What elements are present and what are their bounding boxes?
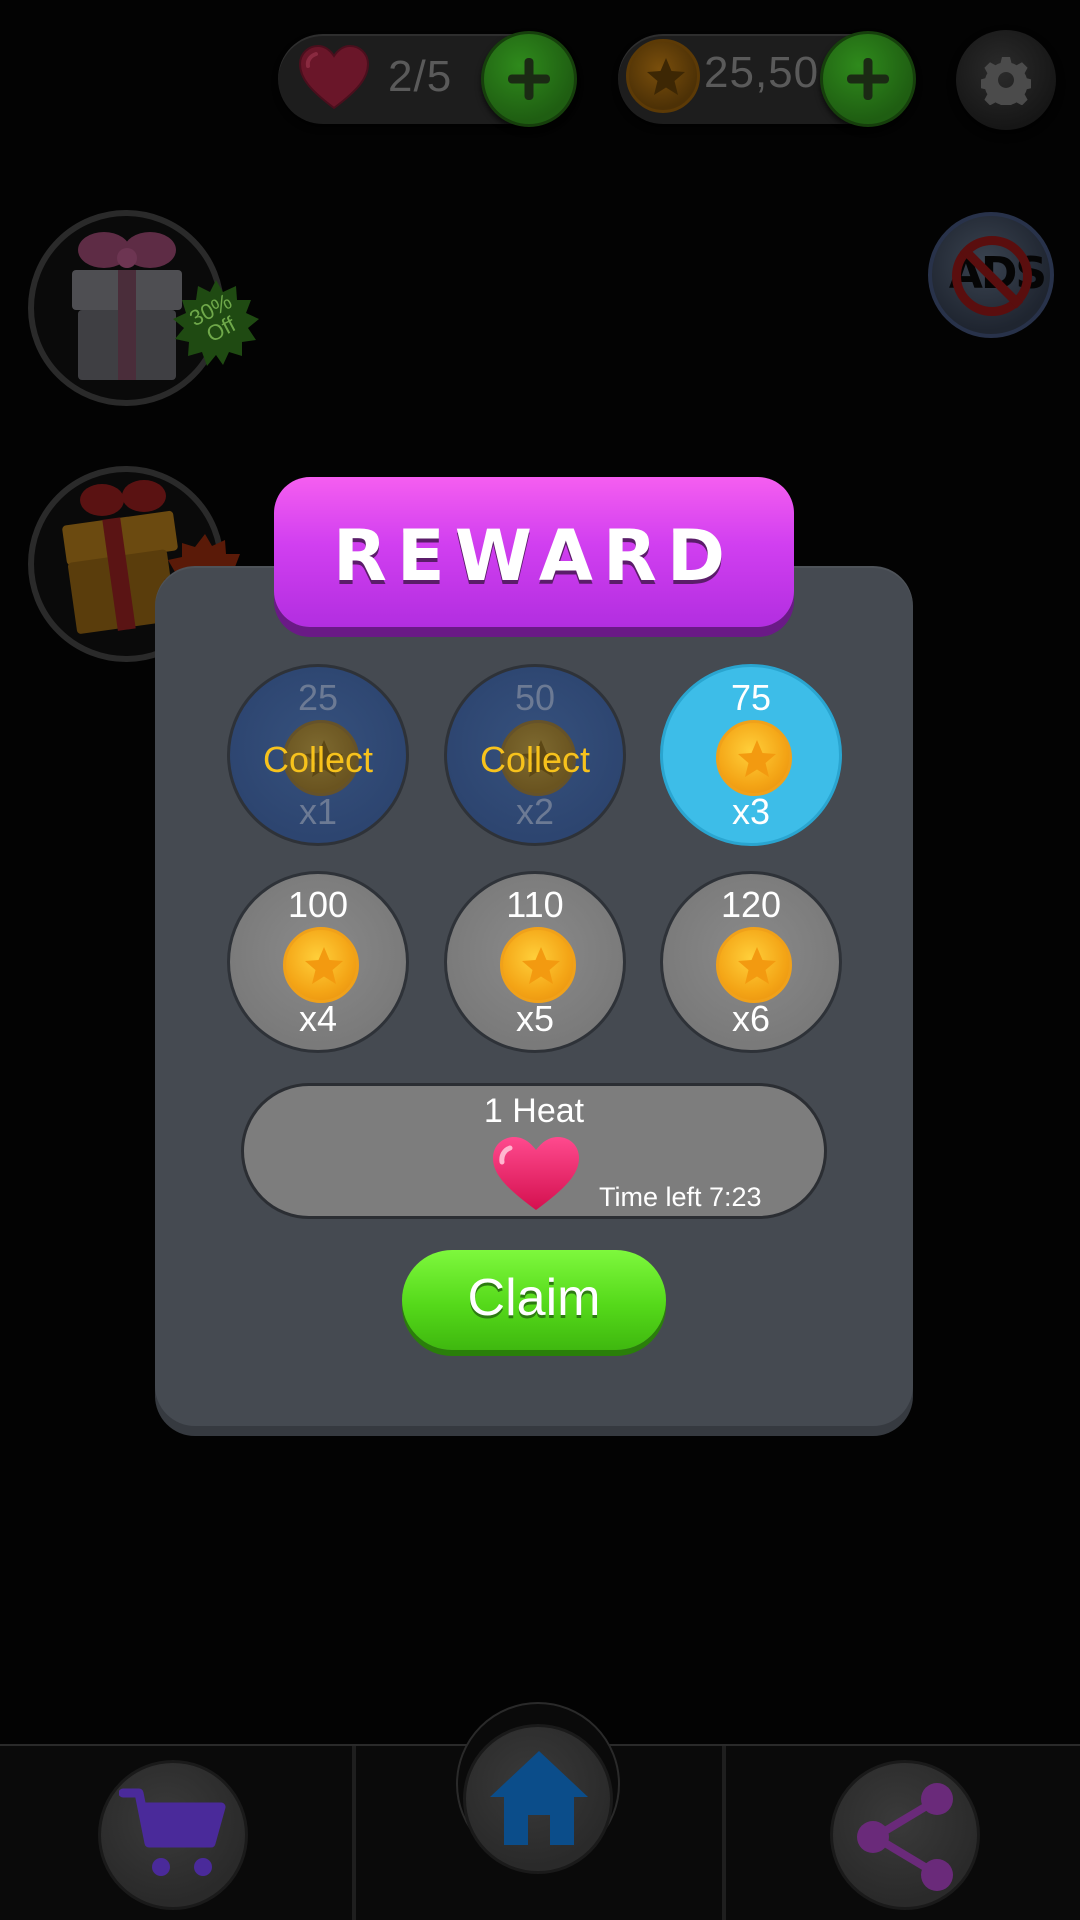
coin-icon	[716, 720, 792, 796]
reward-tile-4[interactable]: 100 x4	[227, 871, 409, 1053]
coin-icon	[500, 927, 576, 1003]
coin-icon	[626, 39, 700, 113]
lives-value: 2/5	[388, 52, 453, 101]
reward-title-banner: REWARD	[274, 477, 794, 627]
share-icon	[857, 1783, 953, 1891]
shop-button[interactable]	[98, 1760, 248, 1910]
tile-value: 120	[720, 884, 782, 925]
dialog-title: REWARD	[333, 515, 735, 597]
tile-multiplier: x6	[731, 998, 771, 1039]
heart-reward-title: 1 Heat	[483, 1092, 585, 1130]
reward-tile-6[interactable]: 120 x6	[660, 871, 842, 1053]
tile-multiplier: x4	[298, 998, 338, 1039]
nav-divider	[722, 1746, 726, 1920]
reward-tile-2[interactable]: 50 Collect x2	[444, 664, 626, 846]
coin-icon	[716, 927, 792, 1003]
tile-value: 110	[506, 884, 564, 925]
tile-multiplier: x1	[298, 791, 338, 832]
heart-icon	[298, 44, 370, 110]
reward-tile-1[interactable]: 25 Collect x1	[227, 664, 409, 846]
tile-value: 75	[730, 677, 772, 718]
heart-reward-bar: 1 Heat Time left 7:23	[241, 1083, 827, 1219]
settings-button[interactable]	[956, 30, 1056, 130]
no-ads-icon	[952, 236, 1032, 316]
reward-tile-3[interactable]: 75 x3	[660, 664, 842, 846]
add-coins-button[interactable]	[820, 31, 916, 127]
claim-label: Claim	[467, 1269, 601, 1327]
home-icon	[490, 1751, 588, 1845]
tile-value: 50	[514, 677, 556, 718]
share-button[interactable]	[830, 1760, 980, 1910]
tile-multiplier: x3	[731, 791, 771, 832]
tile-multiplier: x2	[515, 791, 555, 832]
coin-icon	[283, 927, 359, 1003]
cart-icon	[119, 1788, 226, 1876]
collect-label: Collect	[262, 739, 374, 780]
tile-multiplier: x5	[515, 998, 555, 1039]
claim-button[interactable]: Claim	[402, 1250, 666, 1350]
reward-tile-5[interactable]: 110 x5	[444, 871, 626, 1053]
add-lives-button[interactable]	[481, 31, 577, 127]
gear-icon	[981, 57, 1031, 105]
collect-label: Collect	[479, 739, 591, 780]
home-button[interactable]	[463, 1724, 613, 1874]
remove-ads-button[interactable]: ADS	[928, 212, 1054, 338]
tile-value: 100	[287, 884, 349, 925]
nav-divider	[352, 1746, 356, 1920]
coins-value: 25,50	[704, 48, 820, 97]
tile-value: 25	[297, 677, 339, 718]
time-left-label: Time left 7:23	[599, 1182, 762, 1212]
heart-icon	[493, 1137, 579, 1210]
